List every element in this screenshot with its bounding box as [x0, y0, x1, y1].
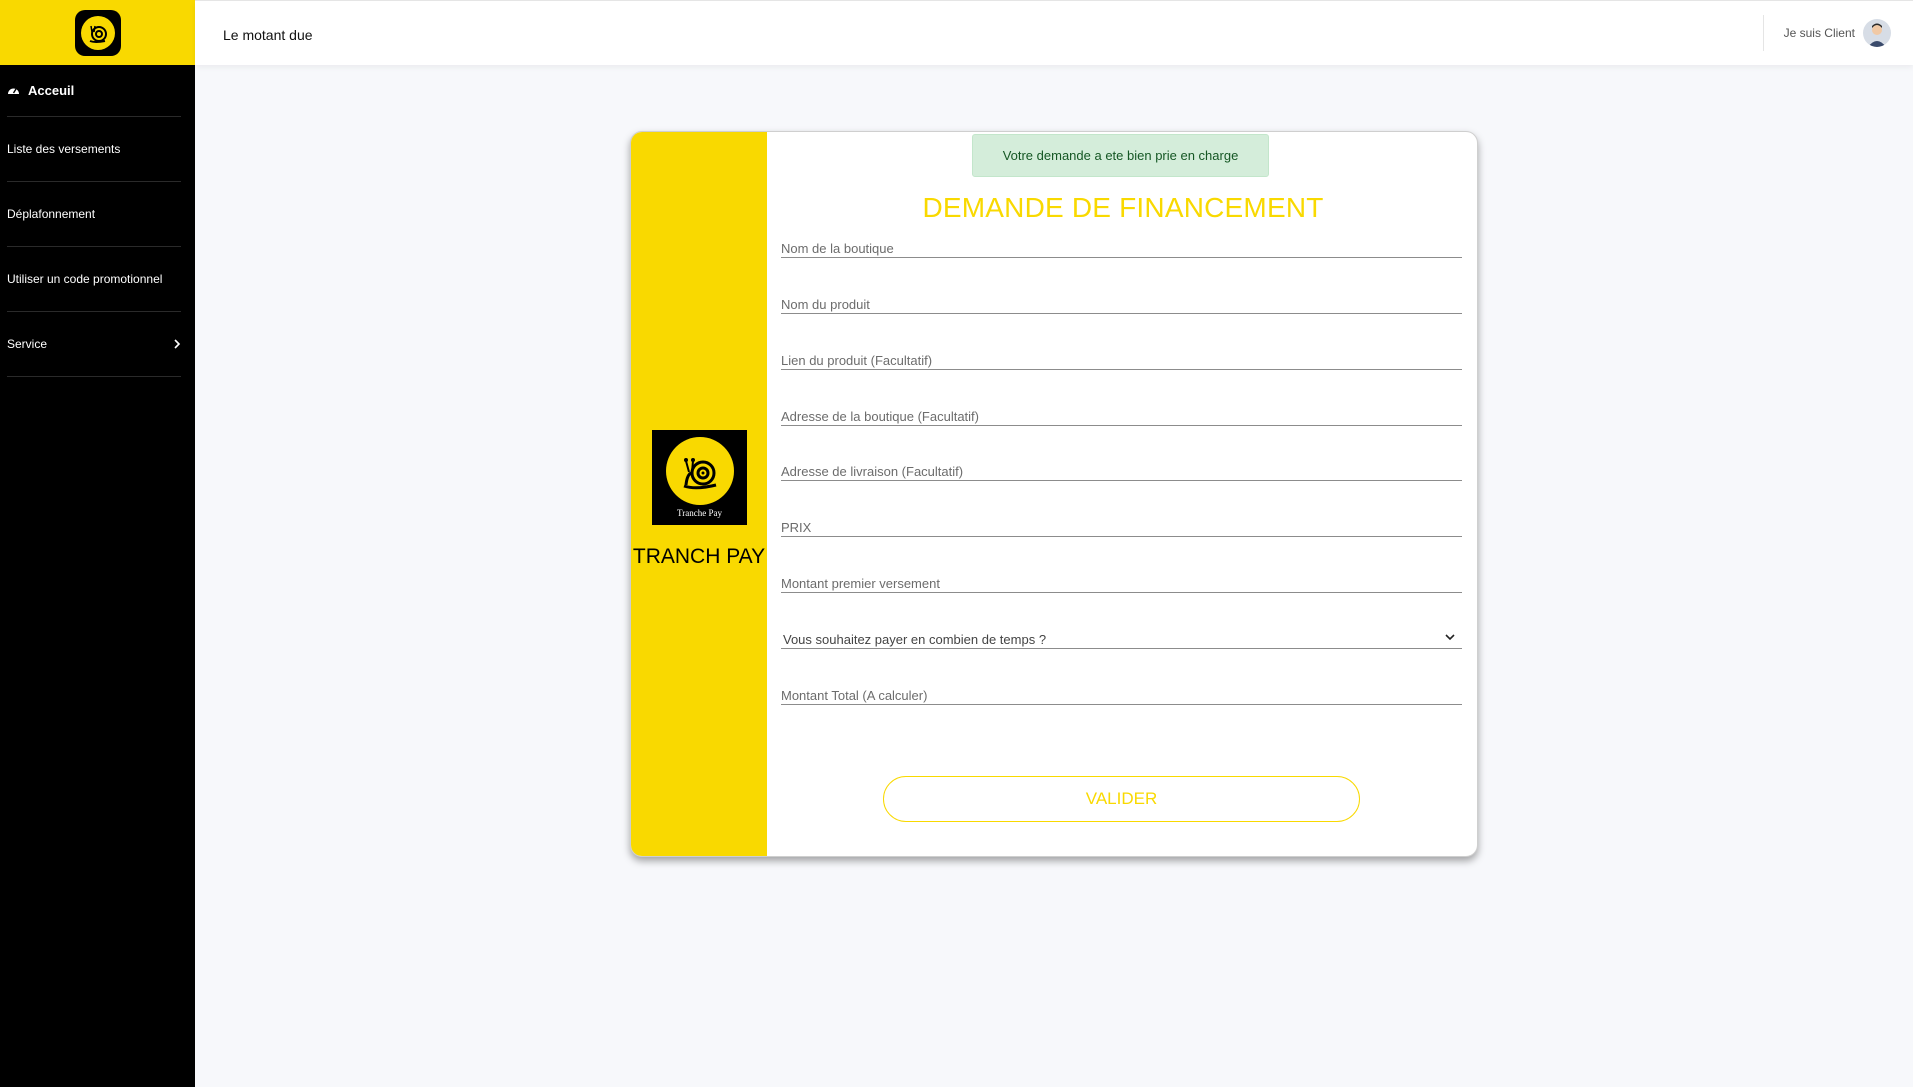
- chevron-down-icon: [1444, 630, 1456, 642]
- sidebar-item-acceuil[interactable]: Acceuil: [7, 65, 181, 117]
- field-placeholder: Nom de la boutique: [781, 241, 894, 256]
- field-nom-boutique[interactable]: Nom de la boutique: [781, 232, 1462, 258]
- select-value: Vous souhaitez payer en combien de temps…: [783, 632, 1047, 647]
- field-placeholder: Montant premier versement: [781, 576, 940, 591]
- tranche-pay-logo: Tranche Pay: [652, 430, 747, 525]
- field-placeholder: PRIX: [781, 520, 812, 535]
- card-brand-panel: Tranche Pay TRANCH PAY: [631, 132, 767, 856]
- logo-caption: Tranche Pay: [677, 508, 722, 518]
- field-adresse-livraison[interactable]: Adresse de livraison (Facultatif): [781, 455, 1462, 481]
- sidebar-brand: [0, 0, 195, 65]
- chevron-right-icon: [173, 336, 181, 352]
- page-title: Le motant due: [223, 27, 313, 43]
- sidebar: Acceuil Liste des versements Déplafonnem…: [0, 0, 195, 1087]
- sidebar-item-deplafonnement[interactable]: Déplafonnement: [7, 182, 181, 247]
- field-nom-produit[interactable]: Nom du produit: [781, 288, 1462, 314]
- sidebar-item-label: Déplafonnement: [7, 207, 96, 221]
- sidebar-item-label: Service: [7, 337, 48, 351]
- snail-icon: [665, 437, 734, 505]
- field-prix[interactable]: PRIX: [781, 511, 1462, 537]
- sidebar-item-code-promo[interactable]: Utiliser un code promotionnel: [7, 247, 181, 312]
- duration-select[interactable]: Vous souhaitez payer en combien de temps…: [781, 623, 1462, 649]
- sidebar-item-content: Acceuil: [7, 83, 74, 98]
- field-montant-total[interactable]: Montant Total (A calculer): [781, 679, 1462, 705]
- sidebar-item-service[interactable]: Service: [7, 312, 181, 377]
- sidebar-item-label: Liste des versements: [7, 142, 121, 156]
- field-placeholder: Adresse de livraison (Facultatif): [781, 464, 964, 479]
- avatar[interactable]: [1863, 19, 1891, 47]
- validate-button[interactable]: VALIDER: [883, 776, 1360, 822]
- form-title: DEMANDE DE FINANCEMENT: [922, 192, 1324, 223]
- success-alert: Votre demande a ete bien prie en charge: [972, 134, 1269, 177]
- topbar: Le motant due Je suis Client: [195, 0, 1913, 65]
- user-menu[interactable]: Je suis Client: [1762, 15, 1891, 51]
- field-premier-versement[interactable]: Montant premier versement: [781, 567, 1462, 593]
- field-adresse-boutique[interactable]: Adresse de la boutique (Facultatif): [781, 400, 1462, 426]
- field-lien-produit[interactable]: Lien du produit (Facultatif): [781, 344, 1462, 370]
- logo[interactable]: [74, 9, 121, 56]
- field-placeholder: Lien du produit (Facultatif): [781, 353, 933, 368]
- snail-icon: [80, 15, 115, 50]
- dashboard-icon: [7, 83, 20, 98]
- sidebar-item-label: Acceuil: [28, 83, 75, 98]
- user-role-label: Je suis Client: [1783, 26, 1855, 40]
- sidebar-item-label: Utiliser un code promotionnel: [7, 272, 163, 286]
- brand-name: TRANCH PAY: [632, 545, 766, 568]
- field-placeholder: Nom du produit: [781, 297, 870, 312]
- sidebar-nav: Acceuil Liste des versements Déplafonnem…: [0, 65, 195, 377]
- financing-card: Tranche Pay TRANCH PAY Votre demande a e…: [630, 131, 1478, 857]
- field-placeholder: Adresse de la boutique (Facultatif): [781, 409, 979, 424]
- sidebar-item-versements[interactable]: Liste des versements: [7, 117, 181, 182]
- field-placeholder: Montant Total (A calculer): [781, 688, 928, 703]
